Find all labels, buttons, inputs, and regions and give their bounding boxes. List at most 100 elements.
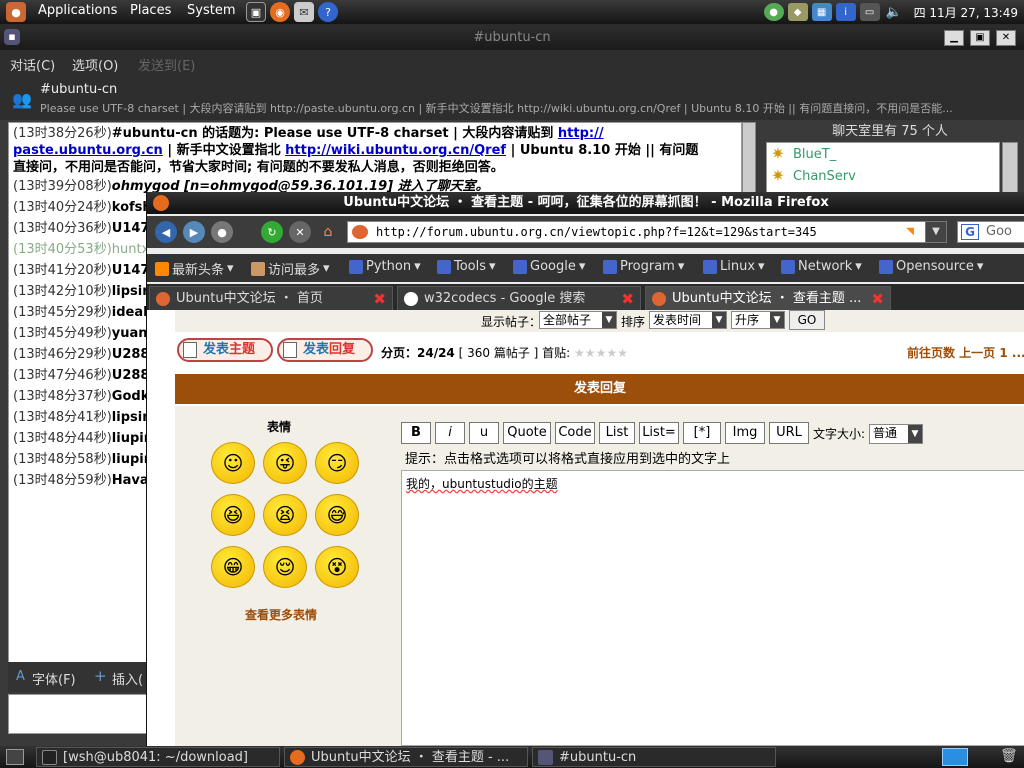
ordered-list-button[interactable]: List=	[639, 422, 679, 444]
font-size-select[interactable]: 普通 ▼	[869, 424, 923, 444]
close-tab-icon[interactable]: ✖	[373, 287, 386, 310]
trash-icon[interactable]: 🗑	[1000, 748, 1018, 766]
new-topic-button[interactable]: 发表主题	[177, 338, 273, 362]
show-posts-select[interactable]: 全部帖子 ▼	[539, 311, 617, 329]
stop-icon[interactable]: ✕	[289, 221, 311, 243]
menu-system[interactable]: System	[187, 3, 235, 18]
forward-icon[interactable]: ▶	[183, 221, 205, 243]
reply-button[interactable]: 发表回复	[277, 338, 373, 362]
close-tab-icon[interactable]: ✖	[871, 287, 884, 310]
firefox-icon[interactable]: ◉	[270, 2, 290, 22]
folder-icon	[879, 259, 893, 274]
thumbs-up-icon[interactable]: 😌	[263, 546, 307, 588]
wiki-link[interactable]: http://wiki.ubuntu.org.cn/Qref	[285, 143, 506, 158]
more-smilies-link[interactable]: 查看更多表情	[245, 606, 317, 623]
workspace-switcher[interactable]	[942, 748, 968, 766]
italic-button[interactable]: i	[435, 422, 465, 444]
home-icon[interactable]: ⌂	[317, 221, 339, 243]
dizzy-icon[interactable]: 😵	[315, 546, 359, 588]
underline-button[interactable]: u	[469, 422, 499, 444]
network-manager-icon[interactable]: ▦	[811, 3, 832, 21]
mail-icon[interactable]: ✉	[294, 2, 314, 22]
message-input[interactable]	[8, 694, 148, 734]
terminal-icon[interactable]: ▣	[246, 2, 266, 22]
bookmark-tools[interactable]: Tools ▾	[437, 259, 496, 274]
irc-titlebar[interactable]: #ubuntu-cn ▪ ▁ ▣ ✕	[0, 26, 1024, 50]
network-status-icon[interactable]: ●	[763, 3, 784, 21]
update-icon[interactable]: ◆	[787, 3, 808, 21]
menu-send-to[interactable]: 发送到(E)	[138, 55, 195, 74]
bookmark-program[interactable]: Program ▾	[603, 259, 684, 274]
wink-icon[interactable]: 😏	[315, 442, 359, 484]
close-tab-icon[interactable]: ✖	[621, 287, 634, 310]
maximize-button[interactable]: ▣	[970, 30, 990, 46]
google-favicon	[404, 292, 418, 306]
chevron-down-icon: ▾	[855, 259, 862, 274]
sweat-icon[interactable]: 😅	[315, 494, 359, 536]
clock[interactable]: 四 11月 27, 13:49	[914, 4, 1018, 21]
menu-conversation[interactable]: 对话(C)	[10, 55, 55, 74]
quote-button[interactable]: Quote	[503, 422, 551, 444]
user-count: 聊天室里有 75 个人	[832, 124, 948, 139]
tab-google-search[interactable]: w32codecs - Google 搜索 ✖	[397, 286, 641, 310]
chevron-down-icon: ▾	[578, 259, 586, 274]
search-box[interactable]: G Goo	[957, 221, 1024, 243]
sort-direction-select[interactable]: 升序 ▼	[731, 311, 785, 329]
paste-link-cont[interactable]: paste.ubuntu.org.cn	[13, 143, 163, 158]
url-dropdown-icon[interactable]: ▼	[925, 221, 947, 243]
insert-button[interactable]: 插入(	[112, 669, 143, 688]
ubuntu-logo-icon[interactable]: ●	[6, 2, 26, 22]
list-button[interactable]: List	[599, 422, 635, 444]
display-icon[interactable]: ▭	[859, 3, 880, 21]
bookmark-news[interactable]: 最新头条 ▾	[155, 259, 234, 278]
code-button[interactable]: Code	[555, 422, 595, 444]
url-bar[interactable]: http://forum.ubuntu.org.cn/viewtopic.php…	[347, 221, 939, 243]
tongue-icon[interactable]: 😜	[263, 442, 307, 484]
bookmark-python[interactable]: Python ▾	[349, 259, 421, 274]
url-button[interactable]: URL	[769, 422, 809, 444]
font-button[interactable]: 字体(F)	[32, 669, 76, 688]
volume-icon[interactable]: 🔈	[884, 3, 904, 21]
bookmark-google[interactable]: Google ▾	[513, 259, 585, 274]
message-textarea[interactable]: 我的，ubuntustudio的主题	[401, 470, 1024, 746]
reload-icon[interactable]: ↻	[261, 221, 283, 243]
bookmarks-toolbar: 最新头条 ▾ 访问最多 ▾ Python ▾ Tools ▾ Google ▾ Progr…	[147, 254, 1024, 282]
bold-button[interactable]: B	[401, 422, 431, 444]
rss-icon[interactable]: ◥	[906, 222, 914, 242]
bookmark-most-visited[interactable]: 访问最多 ▾	[251, 259, 330, 278]
plus-icon: +	[94, 667, 107, 685]
task-firefox[interactable]: Ubuntu中文论坛 ・ 查看主题 - ...	[284, 747, 528, 767]
close-button[interactable]: ✕	[996, 30, 1016, 46]
smile-icon[interactable]: ☺	[211, 442, 255, 484]
tab-forum-home[interactable]: Ubuntu中文论坛 ・ 首页 ✖	[149, 286, 393, 310]
bookmark-opensource[interactable]: Opensource ▾	[879, 259, 983, 274]
system-tray: ● ◆ ▦ i ▭ 🔈 四 11月 27, 13:49	[763, 0, 1024, 24]
task-terminal[interactable]: [wsh@ub8041: ~/download]	[36, 747, 280, 767]
show-desktop-icon[interactable]	[6, 749, 24, 765]
shout-icon[interactable]: 😫	[263, 494, 307, 536]
bookmark-linux[interactable]: Linux ▾	[703, 259, 765, 274]
tab-forum-topic[interactable]: Ubuntu中文论坛 ・ 查看主题 ... ✖	[645, 286, 891, 310]
laugh-icon[interactable]: 😆	[211, 494, 255, 536]
google-icon[interactable]: G	[961, 224, 979, 240]
history-icon[interactable]: ●	[211, 221, 233, 243]
pagination-links[interactable]: 前往页数 上一页 1 ...	[907, 344, 1024, 361]
minimize-button[interactable]: ▁	[944, 30, 964, 46]
bookmark-network[interactable]: Network ▾	[781, 259, 862, 274]
menu-applications[interactable]: Applications	[38, 3, 117, 18]
info-icon[interactable]: i	[835, 3, 856, 21]
user-item[interactable]: ✷ BlueT_	[767, 143, 999, 165]
menu-places[interactable]: Places	[130, 3, 171, 18]
list-item-button[interactable]: [*]	[683, 422, 721, 444]
back-icon[interactable]: ◀	[155, 221, 177, 243]
firefox-titlebar[interactable]: Ubuntu中文论坛 ・ 查看主题 - 呵呵，征集各位的屏幕抓图！ - Mozi…	[147, 192, 1024, 214]
sort-by-select[interactable]: 发表时间 ▼	[649, 311, 727, 329]
help-icon[interactable]: ?	[318, 2, 338, 22]
paste-link[interactable]: http://	[558, 126, 604, 141]
go-button[interactable]: GO	[789, 310, 825, 330]
task-irc[interactable]: #ubuntu-cn	[532, 747, 776, 767]
user-item[interactable]: ✷ ChanServ	[767, 165, 999, 187]
image-button[interactable]: Img	[725, 422, 765, 444]
grin-icon[interactable]: 😁	[211, 546, 255, 588]
menu-options[interactable]: 选项(O)	[72, 55, 118, 74]
